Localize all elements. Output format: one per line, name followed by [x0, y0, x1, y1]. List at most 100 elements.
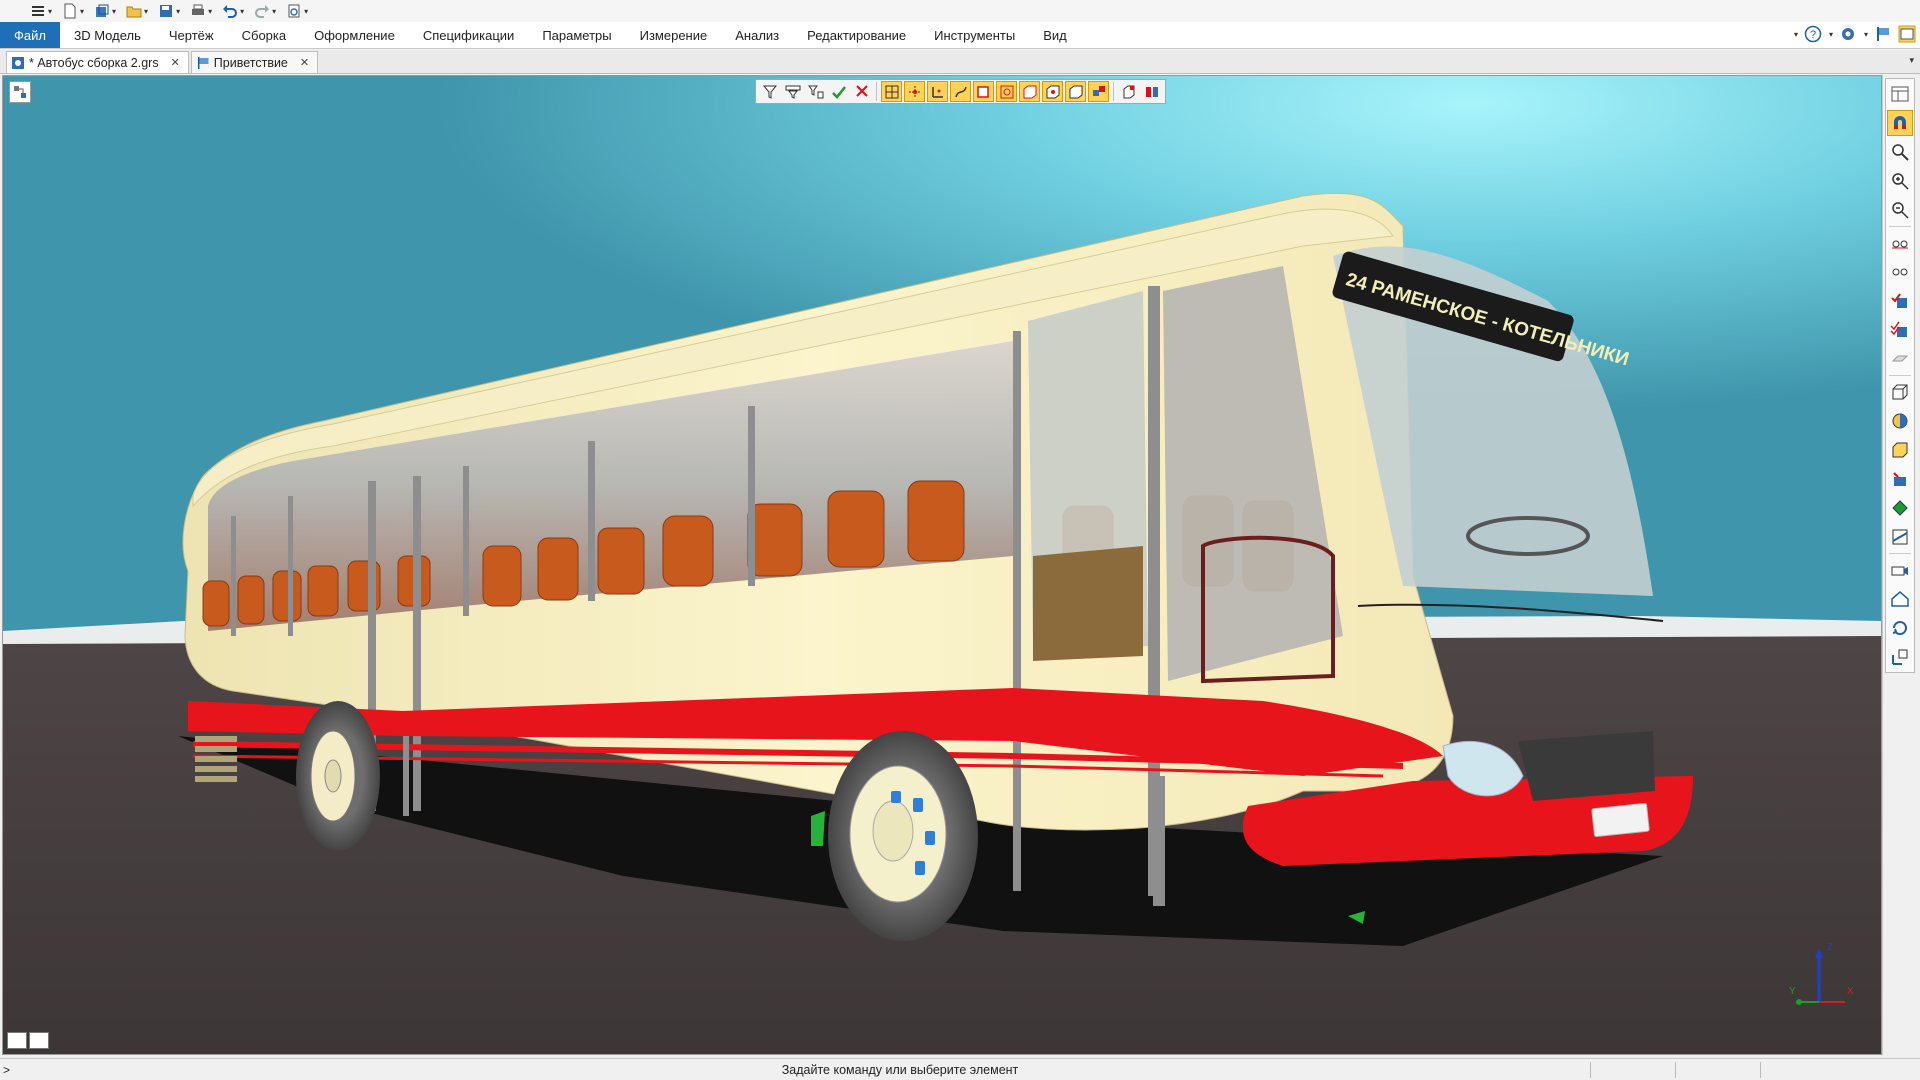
flag-icon [197, 56, 209, 69]
toolbar-separator [876, 82, 877, 101]
menu-view[interactable]: Вид [1029, 22, 1081, 48]
window-icon[interactable] [1887, 81, 1913, 107]
assembly-filter-icon[interactable] [1088, 81, 1109, 102]
select-fragments-icon[interactable] [1141, 81, 1162, 102]
split-vertical-button[interactable] [7, 1032, 27, 1049]
3d-viewport[interactable]: 24 РАМЕНСКОЕ - КОТЕЛЬНИКИ Z Y X [2, 75, 1882, 1055]
close-icon[interactable]: ✕ [171, 56, 180, 69]
close-icon[interactable]: ✕ [300, 56, 309, 69]
home-view-icon[interactable] [1887, 586, 1913, 612]
menu-tools[interactable]: Инструменты [920, 22, 1029, 48]
show-check-icon[interactable] [1887, 288, 1913, 314]
node-filter-icon[interactable] [904, 81, 925, 102]
ribbon-collapse-icon[interactable]: ▾ [1794, 30, 1798, 39]
axis-z-label: Z [1827, 942, 1833, 953]
redo-icon[interactable]: ▾ [252, 2, 278, 20]
menu-measurement[interactable]: Измерение [626, 22, 722, 48]
camera-icon[interactable] [1887, 557, 1913, 583]
zoom-window-icon[interactable] [1887, 139, 1913, 165]
rear-wheel [296, 701, 380, 851]
open-folder-icon[interactable]: ▾ [124, 2, 150, 20]
color-fill-icon[interactable] [1887, 495, 1913, 521]
gear-icon[interactable] [1839, 25, 1857, 43]
menu-assembly[interactable]: Сборка [228, 22, 301, 48]
shading-icon[interactable] [1887, 408, 1913, 434]
status-message: Задайте команду или выберите элемент [781, 1062, 1019, 1077]
menu-analysis[interactable]: Анализ [721, 22, 793, 48]
export-view-icon[interactable] [1887, 644, 1913, 670]
help-icon[interactable]: ? [1804, 25, 1822, 43]
toolbar-separator [1889, 226, 1911, 227]
menu-drawing[interactable]: Чертёж [155, 22, 228, 48]
menu-file[interactable]: Файл [0, 22, 60, 48]
glasses-view-icon[interactable] [1887, 230, 1913, 256]
zoom-out-icon[interactable] [1887, 197, 1913, 223]
filter-list-icon[interactable] [805, 81, 826, 102]
filter-options-icon[interactable] [782, 81, 803, 102]
section-view-icon[interactable] [1887, 524, 1913, 550]
magnet-snap-icon[interactable] [1887, 110, 1913, 136]
menu-3d-model[interactable]: 3D Модель [60, 22, 155, 48]
glasses-hide-icon[interactable] [1887, 259, 1913, 285]
loop-filter-icon[interactable] [996, 81, 1017, 102]
face-filter-icon[interactable] [973, 81, 994, 102]
axis-y-label: Y [1789, 986, 1796, 997]
gear-dropdown-icon[interactable]: ▾ [1864, 30, 1868, 39]
tab-welcome[interactable]: Приветствие ✕ [190, 51, 319, 73]
curve-filter-icon[interactable] [950, 81, 971, 102]
show-all-icon[interactable] [1887, 317, 1913, 343]
tab-label: * Автобус сборка 2.grs [29, 55, 159, 70]
svg-text:?: ? [1810, 29, 1816, 41]
selection-filter-toolbar [755, 79, 1166, 104]
save-icon[interactable]: ▾ [156, 2, 182, 20]
assembly-doc-icon [12, 56, 24, 69]
wireframe-icon[interactable] [1887, 379, 1913, 405]
status-bar: > Задайте команду или выберите элемент [0, 1058, 1920, 1080]
select-body-icon[interactable] [1118, 81, 1139, 102]
menubar-right-tools: ▾ ? ▾ ▾ [1793, 25, 1916, 43]
open-3d-icon[interactable]: ▾ [92, 2, 118, 20]
rotate-view-icon[interactable] [1887, 615, 1913, 641]
deselect-icon[interactable] [851, 81, 872, 102]
menu-editing[interactable]: Редактирование [793, 22, 920, 48]
cube-shaded-icon[interactable] [1887, 437, 1913, 463]
axis-filter-icon[interactable] [927, 81, 948, 102]
print-icon[interactable]: ▾ [188, 2, 214, 20]
hamburger-menu-icon[interactable]: ▾ [28, 2, 54, 20]
new-file-icon[interactable]: ▾ [60, 2, 86, 20]
select-all-icon[interactable] [828, 81, 849, 102]
filter-icon[interactable] [759, 81, 780, 102]
right-view-toolbar [1882, 75, 1920, 1055]
view-options-icon [14, 86, 26, 98]
material-icon[interactable] [1887, 466, 1913, 492]
viewport-layout-buttons [7, 1032, 49, 1049]
tab-bus-assembly[interactable]: * Автобус сборка 2.grs ✕ [6, 51, 189, 73]
axis-triad: Z Y X [1789, 942, 1854, 1005]
body-filter-icon[interactable] [1019, 81, 1040, 102]
solid-filter-icon[interactable] [1042, 81, 1063, 102]
toolbar-separator [1889, 375, 1911, 376]
undo-icon[interactable]: ▾ [220, 2, 246, 20]
component-filter-icon[interactable] [1065, 81, 1086, 102]
front-wheel [828, 731, 978, 941]
split-horizontal-button[interactable] [29, 1032, 49, 1049]
help-dropdown-icon[interactable]: ▾ [1829, 30, 1833, 39]
grid-filter-icon[interactable] [881, 81, 902, 102]
zoom-in-icon[interactable] [1887, 168, 1913, 194]
quick-access-toolbar: ▾ ▾ ▾ ▾ ▾ ▾ ▾ ▾ ▾ [0, 0, 1920, 22]
hidden-objects-icon[interactable] [1887, 346, 1913, 372]
window-layout-icon[interactable] [1898, 25, 1916, 43]
menu-parameters[interactable]: Параметры [528, 22, 625, 48]
toolbar-separator [1113, 82, 1114, 101]
status-divider [1760, 1062, 1761, 1078]
status-divider [1675, 1062, 1676, 1078]
view-options-button[interactable] [9, 81, 31, 103]
settings-doc-icon[interactable]: ▾ [284, 2, 310, 20]
menu-specifications[interactable]: Спецификации [409, 22, 529, 48]
flag-icon[interactable] [1874, 25, 1892, 43]
status-divider [1590, 1062, 1591, 1078]
toolbar-separator [1889, 553, 1911, 554]
tabs-overflow-icon[interactable]: ▾ [1909, 55, 1914, 66]
menu-design[interactable]: Оформление [300, 22, 409, 48]
document-tabs: * Автобус сборка 2.grs ✕ Приветствие ✕ ▾ [0, 50, 1920, 74]
